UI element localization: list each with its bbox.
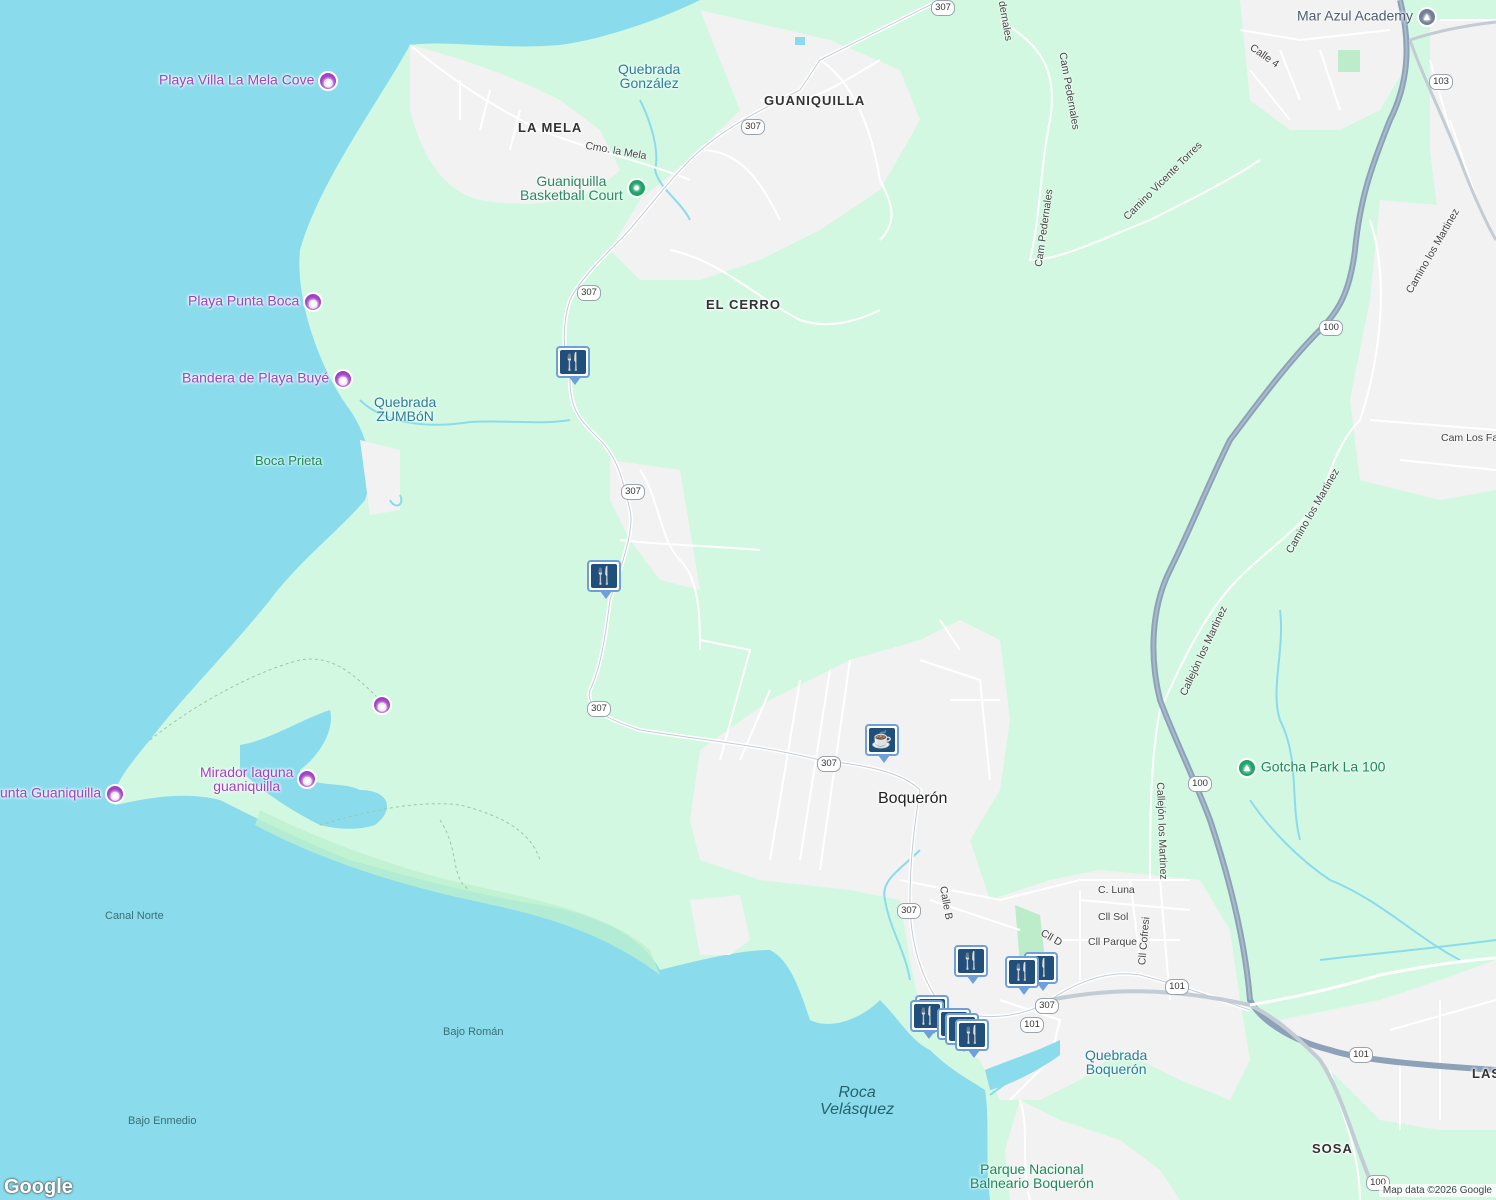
restaurant-pin[interactable]: 🍴 — [587, 560, 621, 599]
route-101-shield: 101 — [1020, 1017, 1044, 1033]
poi-gotcha-park[interactable]: ▲ Gotcha Park La 100 — [1237, 758, 1385, 778]
school-icon: ▲ — [1416, 7, 1437, 27]
poi-playa-villa-la-mela[interactable]: Playa Villa La Mela Cove ◉ — [159, 71, 339, 91]
tree-icon: ▲ — [1237, 758, 1257, 778]
street-cll-parque: Cll Parque — [1088, 936, 1138, 948]
pin-icon: ● — [626, 178, 647, 198]
camera-icon: ◉ — [318, 71, 339, 91]
route-307-shield: 307 — [1035, 998, 1059, 1014]
stream-quebrada-zumbon: Quebrada ZUMBóN — [374, 394, 437, 424]
place-la-mela: LA MELA — [518, 120, 583, 135]
poi-label: Gotcha Park La 100 — [1260, 758, 1386, 775]
poi-label: Bandera de Playa Buyé — [182, 369, 330, 386]
map-canvas[interactable] — [0, 0, 1496, 1200]
restaurant-icon: 🍴 — [591, 564, 617, 588]
poi-playa-punta-boca[interactable]: Playa Punta Boca ◉ — [188, 292, 324, 312]
poi-mirador-laguna[interactable]: Mirador laguna guaniquilla ◉ — [200, 764, 318, 794]
route-307-shield: 307 — [587, 701, 611, 717]
place-boqueron: Boquerón — [878, 790, 948, 807]
camera-icon: ◉ — [333, 369, 353, 389]
restaurant-pin[interactable]: 🍴 — [1005, 956, 1039, 995]
poi-guaniquilla-court[interactable]: Guaniquilla Basketball Court ● — [520, 174, 647, 202]
route-307-shield: 307 — [621, 484, 645, 500]
restaurant-pin[interactable]: 🍴 — [556, 346, 590, 385]
street-c-luna: C. Luna — [1098, 884, 1135, 896]
place-sosa: SOSA — [1312, 1141, 1353, 1156]
water-boca-prieta: Boca Prieta — [255, 453, 323, 468]
route-103-shield: 103 — [1429, 74, 1453, 90]
water-canal-norte: Canal Norte — [105, 910, 164, 922]
restaurant-icon: 🍴 — [958, 949, 984, 973]
route-307-shield: 307 — [897, 903, 921, 919]
restaurant-icon: 🍴 — [560, 350, 586, 374]
place-guaniquilla: GUANIQUILLA — [764, 93, 866, 108]
cafe-icon: ☕ — [869, 728, 895, 752]
restaurant-pin[interactable]: 🍴 — [954, 945, 988, 984]
water-bajo-enmedio: Bajo Enmedio — [128, 1115, 197, 1127]
poi-label: Playa Villa La Mela Cove — [159, 71, 315, 88]
route-100-shield: 100 — [1319, 320, 1343, 336]
map-attribution[interactable]: Map data ©2026 Google — [1378, 1184, 1496, 1197]
route-307-shield: 307 — [817, 756, 841, 772]
google-logo: Google — [4, 1176, 73, 1198]
place-el-cerro: EL CERRO — [706, 297, 781, 312]
restaurant-icon: 🍴 — [959, 1023, 985, 1047]
camera-icon: ◉ — [372, 695, 392, 715]
stream-quebrada-boqueron: Quebrada Boquerón — [1085, 1047, 1148, 1077]
route-307-shield: 307 — [931, 0, 955, 16]
route-101-shield: 101 — [1349, 1047, 1373, 1063]
street-cam-los-fa: Cam Los Fa — [1441, 432, 1496, 444]
route-101-shield: 101 — [1165, 979, 1189, 995]
stream-quebrada-gonzalez: Quebrada González — [618, 61, 681, 91]
route-307-shield: 307 — [577, 285, 601, 301]
poi-parque-nacional[interactable]: Parque Nacional Balneario Boquerón — [970, 1162, 1094, 1190]
poi-bandera-playa-buye[interactable]: Bandera de Playa Buyé ◉ — [182, 369, 353, 389]
poi-label: Guaniquilla Basketball Court — [520, 173, 623, 203]
poi-label: Playa Punta Boca — [188, 292, 300, 309]
poi-label: unta Guaniquilla — [0, 784, 102, 801]
street-cll-sol: Cll Sol — [1098, 911, 1129, 923]
poi-mar-azul-academy[interactable]: Mar Azul Academy ▲ — [1297, 7, 1437, 27]
camera-icon: ◉ — [105, 784, 126, 804]
route-100-shield: 100 — [1188, 776, 1212, 792]
cafe-pin[interactable]: ☕ — [865, 724, 899, 763]
place-las: LAS — [1472, 1066, 1496, 1081]
poi-punta-guaniquilla[interactable]: unta Guaniquilla ◉ — [0, 784, 126, 804]
camera-icon: ◉ — [303, 292, 324, 312]
water-roca-velasquez: Roca Velásquez — [820, 1084, 895, 1118]
poi-label: Mirador laguna guaniquilla — [200, 764, 294, 794]
restaurant-pin[interactable]: 🍴 — [955, 1019, 989, 1058]
restaurant-icon: 🍴 — [1009, 960, 1035, 984]
poi-unnamed-camera[interactable]: ◉ — [372, 695, 392, 715]
poi-label: Mar Azul Academy — [1297, 7, 1413, 24]
route-307-shield: 307 — [741, 119, 765, 135]
camera-icon: ◉ — [297, 769, 318, 789]
water-bajo-roman: Bajo Román — [443, 1026, 504, 1038]
